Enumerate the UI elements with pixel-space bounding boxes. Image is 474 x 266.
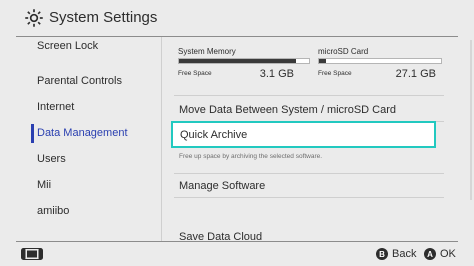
quick-archive-item[interactable]: Quick Archive	[171, 121, 436, 148]
manage-software-item[interactable]: Manage Software	[179, 180, 265, 192]
main-panel: System Memory Free Space 3.1 GB microSD …	[162, 37, 464, 241]
ok-label: OK	[440, 248, 456, 260]
sidebar-item-amiibo[interactable]: amiibo	[37, 205, 69, 217]
gear-icon	[25, 9, 43, 27]
row-divider	[174, 95, 444, 96]
sidebar-item-screen-lock[interactable]: Screen Lock	[37, 40, 98, 52]
sidebar-item-data-management[interactable]: Data Management	[37, 127, 128, 139]
sidebar-item-mii[interactable]: Mii	[37, 179, 51, 191]
sd-card-bar	[318, 58, 442, 64]
page-title: System Settings	[49, 9, 158, 26]
system-free-label: Free Space	[178, 70, 212, 77]
sd-card-title: microSD Card	[318, 47, 369, 56]
console-icon	[21, 248, 43, 260]
quick-archive-description: Free up space by archiving the selected …	[179, 153, 323, 160]
back-label: Back	[392, 248, 417, 260]
save-data-cloud-item[interactable]: Save Data Cloud	[179, 231, 262, 241]
sd-card-fill	[319, 59, 327, 63]
row-divider	[174, 173, 444, 174]
system-free-value: 3.1 GB	[259, 68, 294, 80]
header: System Settings	[0, 0, 474, 36]
active-indicator	[31, 124, 34, 143]
ok-button[interactable]: A OK	[424, 247, 456, 261]
b-button-icon: B	[376, 248, 388, 260]
sd-free-label: Free Space	[318, 70, 352, 77]
a-button-icon: A	[424, 248, 436, 260]
system-memory-fill	[179, 59, 296, 63]
sidebar: Screen Lock Parental Controls Internet D…	[0, 37, 160, 242]
scrollbar[interactable]	[470, 40, 472, 200]
quick-archive-label: Quick Archive	[180, 129, 248, 141]
system-memory-title: System Memory	[178, 47, 236, 56]
sidebar-item-internet[interactable]: Internet	[37, 101, 74, 113]
sd-free-value: 27.1 GB	[395, 68, 436, 80]
system-memory-bar	[178, 58, 310, 64]
back-button[interactable]: B Back	[376, 247, 416, 261]
move-data-item[interactable]: Move Data Between System / microSD Card	[179, 104, 396, 116]
row-divider	[174, 197, 444, 198]
sidebar-item-users[interactable]: Users	[37, 153, 66, 165]
sidebar-item-parental-controls[interactable]: Parental Controls	[37, 75, 122, 87]
